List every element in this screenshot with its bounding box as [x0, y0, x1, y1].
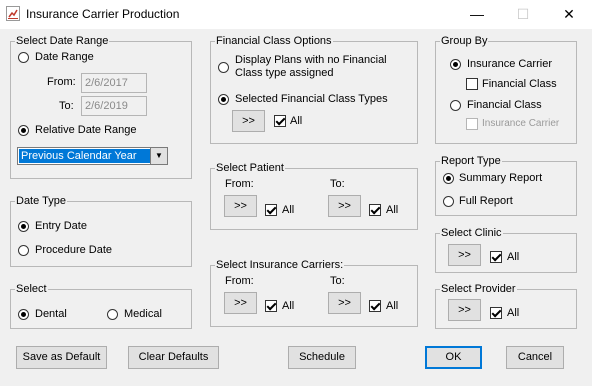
summary-report-radio[interactable] — [443, 173, 454, 184]
carriers-from-label: From: — [225, 275, 254, 287]
chevron-down-icon[interactable]: ▼ — [150, 148, 167, 164]
maximize-button: ☐ — [516, 6, 530, 22]
no-financial-class-radio[interactable] — [218, 62, 229, 73]
window-title: Insurance Carrier Production — [26, 7, 180, 21]
group-insurance-carrier-label: Insurance Carrier — [467, 58, 552, 70]
selected-financial-class-label: Selected Financial Class Types — [235, 93, 388, 105]
close-button[interactable]: ✕ — [546, 0, 592, 29]
sub-financial-class-checkbox[interactable] — [466, 78, 478, 90]
patient-to-picker-button[interactable]: >> — [328, 195, 361, 217]
provider-all-checkbox[interactable] — [490, 307, 502, 319]
cancel-button[interactable]: Cancel — [506, 346, 564, 369]
financial-class-all-label: All — [290, 115, 303, 127]
select-legend: Select — [16, 283, 47, 295]
provider-legend: Select Provider — [441, 283, 516, 295]
patient-from-label: From: — [225, 178, 254, 190]
patient-to-all-checkbox[interactable] — [369, 204, 381, 216]
full-report-radio[interactable] — [443, 196, 454, 207]
carriers-to-all-checkbox[interactable] — [369, 300, 381, 312]
dental-label: Dental — [35, 308, 67, 320]
patient-from-picker-button[interactable]: >> — [224, 195, 257, 217]
to-date-input[interactable]: 2/6/2019 — [81, 96, 147, 116]
carriers-to-label: To: — [330, 275, 345, 287]
patient-legend: Select Patient — [216, 162, 284, 174]
sub-insurance-carrier-label: Insurance Carrier — [482, 118, 560, 129]
date-range-radio[interactable] — [18, 52, 29, 63]
schedule-button[interactable]: Schedule — [288, 346, 356, 369]
dental-radio[interactable] — [18, 309, 29, 320]
app-icon — [6, 6, 20, 21]
date-range-legend: Select Date Range — [16, 35, 109, 47]
carriers-to-all-label: All — [386, 300, 399, 312]
entry-date-label: Entry Date — [35, 220, 87, 232]
carriers-to-picker-button[interactable]: >> — [328, 292, 361, 314]
relative-date-range-radio[interactable] — [18, 125, 29, 136]
clear-defaults-button[interactable]: Clear Defaults — [128, 346, 219, 369]
medical-radio[interactable] — [107, 309, 118, 320]
group-insurance-carrier-radio[interactable] — [450, 59, 461, 70]
group-financial-class-radio[interactable] — [450, 100, 461, 111]
no-financial-class-label-line2: Class type assigned — [235, 67, 334, 79]
clinic-all-checkbox[interactable] — [490, 251, 502, 263]
sub-insurance-carrier-checkbox — [466, 118, 478, 130]
sub-financial-class-label: Financial Class — [482, 78, 557, 90]
relative-date-range-select[interactable]: Previous Calendar Year ▼ — [17, 147, 168, 165]
procedure-date-label: Procedure Date — [35, 244, 113, 256]
ok-button[interactable]: OK — [425, 346, 482, 369]
to-date-label: To: — [59, 100, 74, 112]
date-range-label: Date Range — [35, 51, 94, 63]
clinic-legend: Select Clinic — [441, 227, 502, 239]
report-type-legend: Report Type — [441, 155, 501, 167]
financial-class-all-checkbox[interactable] — [274, 115, 286, 127]
insurance-carriers-legend: Select Insurance Carriers: — [216, 259, 344, 271]
from-date-input[interactable]: 2/6/2017 — [81, 73, 147, 93]
provider-picker-button[interactable]: >> — [448, 299, 481, 321]
entry-date-radio[interactable] — [18, 221, 29, 232]
group-financial-class-label: Financial Class — [467, 99, 542, 111]
group-by-legend: Group By — [441, 35, 488, 47]
clinic-all-label: All — [507, 251, 520, 263]
patient-to-all-label: All — [386, 204, 399, 216]
no-financial-class-label-line1: Display Plans with no Financial — [235, 54, 387, 66]
provider-all-label: All — [507, 307, 520, 319]
financial-class-legend: Financial Class Options — [216, 35, 332, 47]
relative-date-range-value: Previous Calendar Year — [19, 149, 150, 163]
patient-to-label: To: — [330, 178, 345, 190]
carriers-from-all-label: All — [282, 300, 295, 312]
full-report-label: Full Report — [459, 195, 513, 207]
minimize-button[interactable]: — — [454, 0, 500, 29]
carriers-from-picker-button[interactable]: >> — [224, 292, 257, 314]
relative-date-range-label: Relative Date Range — [35, 124, 137, 136]
procedure-date-radio[interactable] — [18, 245, 29, 256]
from-date-label: From: — [47, 76, 76, 88]
patient-from-all-label: All — [282, 204, 295, 216]
select-group: Select — [10, 283, 192, 329]
save-as-default-button[interactable]: Save as Default — [16, 346, 107, 369]
date-type-legend: Date Type — [16, 195, 66, 207]
carriers-from-all-checkbox[interactable] — [265, 300, 277, 312]
selected-financial-class-radio[interactable] — [218, 94, 229, 105]
clinic-picker-button[interactable]: >> — [448, 244, 481, 266]
patient-from-all-checkbox[interactable] — [265, 204, 277, 216]
financial-class-picker-button[interactable]: >> — [232, 110, 265, 132]
medical-label: Medical — [124, 308, 162, 320]
summary-report-label: Summary Report — [459, 172, 543, 184]
